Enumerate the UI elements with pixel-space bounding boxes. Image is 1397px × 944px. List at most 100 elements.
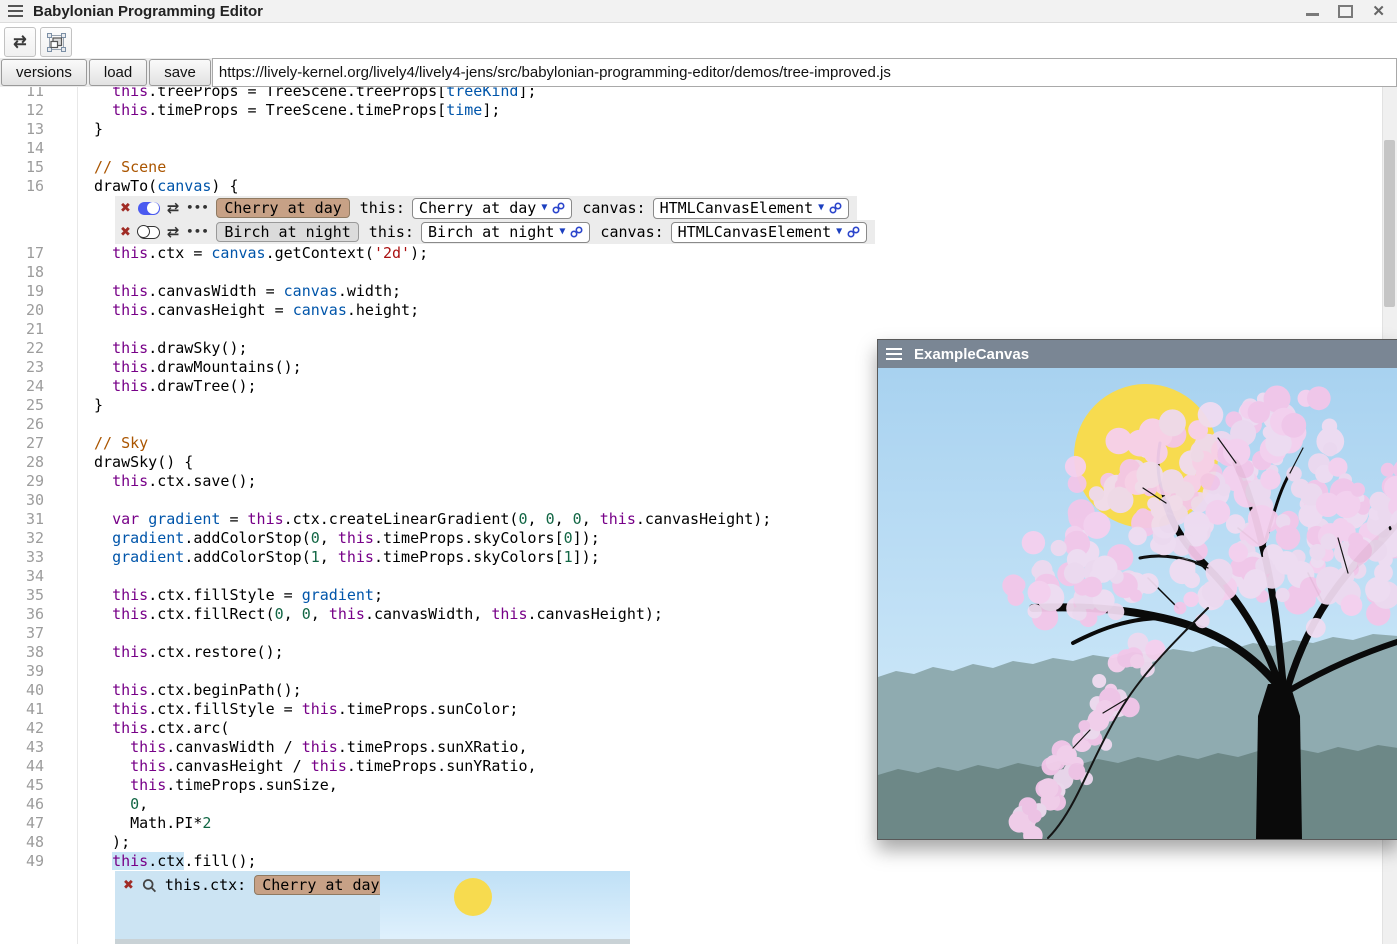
- save-button[interactable]: save: [149, 59, 211, 86]
- tree-scene-canvas: [878, 368, 1397, 839]
- line-number: 14: [0, 139, 78, 158]
- line-number: 17: [0, 244, 78, 263]
- code-line[interactable]: // Scene: [78, 158, 1397, 177]
- example-active-toggle[interactable]: [138, 202, 160, 215]
- line-number: [0, 196, 78, 220]
- line-number: 24: [0, 377, 78, 396]
- link-icon[interactable]: [847, 226, 860, 238]
- example-annotation[interactable]: ✖⇄•••Birch at nightthis:Birch at night▼ …: [115, 220, 875, 244]
- line-number: 33: [0, 548, 78, 567]
- url-input[interactable]: [212, 58, 1397, 87]
- dropdown-caret-icon: ▼: [559, 222, 565, 242]
- close-button-icon[interactable]: ✕: [1372, 4, 1385, 19]
- code-line[interactable]: [78, 263, 1397, 282]
- probe-example-badge[interactable]: Cherry at day: [254, 875, 387, 895]
- swap-example-icon[interactable]: ⇄: [167, 222, 180, 242]
- line-number: 19: [0, 282, 78, 301]
- line-number: 46: [0, 795, 78, 814]
- example-annotation[interactable]: ✖ ⇄ ••• Cherry at day this: Cherry at day▼ ca…: [115, 196, 857, 220]
- example-name-badge[interactable]: Birch at night: [216, 222, 358, 242]
- swap-arrows-button[interactable]: ⇄: [4, 27, 36, 57]
- line-number: 41: [0, 700, 78, 719]
- line-number: 23: [0, 358, 78, 377]
- line-number: 34: [0, 567, 78, 586]
- load-button[interactable]: load: [89, 59, 147, 86]
- link-icon[interactable]: [829, 202, 842, 214]
- code-line[interactable]: this.timeProps = TreeScene.timeProps[tim…: [78, 101, 1397, 120]
- line-number: 47: [0, 814, 78, 833]
- line-number: 39: [0, 662, 78, 681]
- example-canvas-menu-icon[interactable]: [886, 348, 902, 360]
- line-number: 21: [0, 320, 78, 339]
- maximize-button-icon[interactable]: [1338, 5, 1353, 18]
- line-number: 27: [0, 434, 78, 453]
- line-number: 31: [0, 510, 78, 529]
- probe-expression: this.ctx:: [165, 875, 246, 895]
- probe-widget[interactable]: ✖ this.ctx: Cherry at day: [115, 871, 630, 944]
- line-number: 20: [0, 301, 78, 320]
- example-name-badge[interactable]: Cherry at day: [216, 198, 349, 218]
- link-icon[interactable]: [552, 202, 565, 214]
- more-options-button[interactable]: •••: [186, 222, 209, 242]
- example-canvas-window[interactable]: ExampleCanvas: [877, 339, 1397, 840]
- example-active-toggle[interactable]: [138, 226, 160, 239]
- code-line[interactable]: this.canvasWidth = canvas.width;: [78, 282, 1397, 301]
- code-line[interactable]: }: [78, 120, 1397, 139]
- binding-label: this:: [360, 198, 405, 218]
- code-line[interactable]: this.canvasHeight = canvas.height;: [78, 301, 1397, 320]
- halo-select-button[interactable]: [40, 27, 72, 57]
- versions-button[interactable]: versions: [1, 59, 87, 86]
- toolbar: ⇄: [0, 23, 1397, 58]
- line-number: 13: [0, 120, 78, 139]
- line-number: 28: [0, 453, 78, 472]
- screen: { "window": { "title": "Babylonian Progr…: [0, 0, 1397, 944]
- magnifier-icon: [142, 878, 157, 893]
- probe-scrollbar[interactable]: [115, 939, 630, 944]
- line-number: 36: [0, 605, 78, 624]
- code-line[interactable]: this.ctx.fill();: [78, 852, 1397, 871]
- binding-dropdown[interactable]: HTMLCanvasElement▼: [671, 222, 868, 243]
- binding-dropdown[interactable]: HTMLCanvasElement▼: [653, 198, 850, 219]
- line-number: 29: [0, 472, 78, 491]
- file-bar: versions load save: [0, 58, 1397, 88]
- line-number: 42: [0, 719, 78, 738]
- line-number: 16: [0, 177, 78, 196]
- line-number: [0, 871, 78, 944]
- delete-probe-button[interactable]: ✖: [123, 879, 134, 892]
- line-number: [0, 220, 78, 244]
- code-line[interactable]: [78, 139, 1397, 158]
- delete-example-button[interactable]: ✖: [120, 202, 131, 215]
- line-number: 45: [0, 776, 78, 795]
- line-number: 49: [0, 852, 78, 871]
- code-line[interactable]: drawTo(canvas) {: [78, 177, 1397, 196]
- code-line[interactable]: this.treeProps = TreeScene.treeProps[tre…: [78, 87, 1397, 101]
- line-number: 48: [0, 833, 78, 852]
- scrollbar-thumb[interactable]: [1384, 140, 1395, 307]
- line-number: 22: [0, 339, 78, 358]
- window-titlebar: Babylonian Programming Editor ✕: [0, 0, 1397, 23]
- binding-dropdown[interactable]: Cherry at day▼: [412, 198, 572, 219]
- app-menu-icon[interactable]: [8, 5, 23, 17]
- line-number: 12: [0, 101, 78, 120]
- line-number: 32: [0, 529, 78, 548]
- delete-example-button[interactable]: ✖: [120, 226, 131, 239]
- more-options-button[interactable]: •••: [186, 198, 209, 218]
- binding-label: canvas:: [582, 198, 645, 218]
- line-number: 38: [0, 643, 78, 662]
- minimize-button-icon[interactable]: [1306, 13, 1319, 16]
- probe-canvas-preview: [380, 871, 630, 944]
- tree-trunk: [1256, 684, 1302, 839]
- link-icon[interactable]: [570, 226, 583, 238]
- code-line[interactable]: [78, 320, 1397, 339]
- window-title: Babylonian Programming Editor: [33, 3, 263, 20]
- line-number: 18: [0, 263, 78, 282]
- dropdown-caret-icon: ▼: [541, 198, 547, 218]
- swap-example-icon[interactable]: ⇄: [167, 198, 180, 218]
- binding-dropdown[interactable]: Birch at night▼: [421, 222, 590, 243]
- line-number: 26: [0, 415, 78, 434]
- dropdown-caret-icon: ▼: [818, 198, 824, 218]
- line-number: 11: [0, 87, 78, 101]
- code-line[interactable]: this.ctx = canvas.getContext('2d');: [78, 244, 1397, 263]
- example-canvas-titlebar[interactable]: ExampleCanvas: [878, 340, 1397, 368]
- line-number: 44: [0, 757, 78, 776]
